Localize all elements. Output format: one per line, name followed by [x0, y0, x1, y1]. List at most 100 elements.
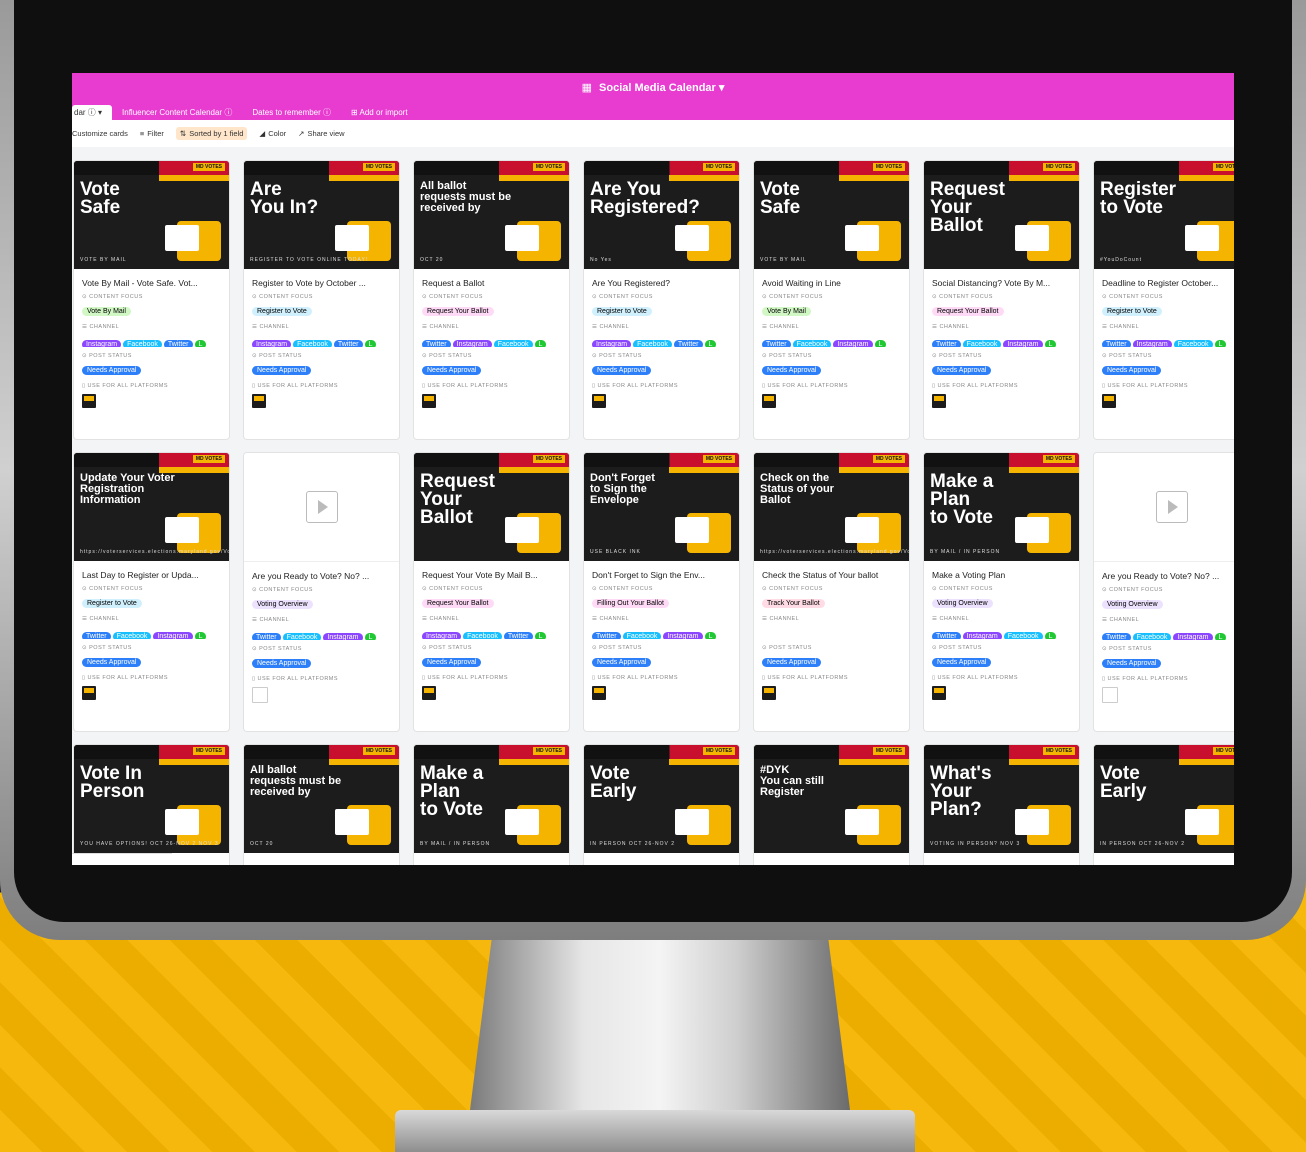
card-thumbnail[interactable]: MD VOTES Vote In Person YOU HAVE OPTIONS! … — [74, 745, 229, 853]
card-thumbnail[interactable]: MD VOTES All ballot requests must be rece… — [244, 745, 399, 853]
field-label-post-status: ⊙ POST STATUS — [422, 645, 472, 651]
gallery-card[interactable]: MD VOTES Don't Forget to Sign the Envelop… — [584, 453, 739, 731]
card-thumbnail[interactable]: MD VOTES Make a Plan to Vote BY MAIL / IN … — [414, 745, 569, 853]
channel-pill: Twitter — [422, 340, 451, 347]
gallery-card[interactable]: MD VOTES All ballot requests must be rece… — [414, 161, 569, 439]
thumbnail-subtext: OCT 20 — [250, 841, 274, 847]
content-focus-pill: Voting Overview — [1102, 600, 1163, 609]
card-thumbnail[interactable]: MD VOTES #DYK You can still Register — [754, 745, 909, 853]
gallery-card[interactable]: MD VOTES Are You Registered? No Yes Are You… — [584, 161, 739, 439]
attachment-thumbnail[interactable] — [762, 686, 776, 700]
gallery-card[interactable]: MD VOTES Request Your Ballot Social Distan… — [924, 161, 1079, 439]
field-label-channel: ☰ CHANNEL — [1102, 324, 1140, 330]
color-button[interactable]: ◢ Color — [259, 129, 286, 138]
attachment-thumbnail[interactable] — [762, 394, 776, 408]
gallery-card[interactable]: MD VOTES Are You In? REGISTER TO VOTE ONLI… — [244, 161, 399, 439]
thumbnail-headline: #DYK You can still Register — [760, 764, 824, 798]
gallery-card[interactable]: MD VOTES Vote Safe VOTE BY MAIL Vote By Mai… — [74, 161, 229, 439]
card-thumbnail[interactable]: MD VOTES What's Your Plan? VOTING IN PERSO… — [924, 745, 1079, 853]
field-label-use-for-all: ▯ USE FOR ALL PLATFORMS — [422, 675, 509, 681]
attachment-thumbnail[interactable] — [1102, 394, 1116, 408]
card-thumbnail[interactable]: MD VOTES Vote Early IN PERSON OCT 26-NOV 2 — [1094, 745, 1234, 853]
card-thumbnail[interactable]: MD VOTES Request Your Ballot — [414, 453, 569, 561]
channel-pill: Twitter — [592, 632, 621, 639]
card-thumbnail[interactable] — [1094, 453, 1234, 562]
attachment-thumbnail[interactable] — [252, 394, 266, 408]
tab-influencer-content-calendar[interactable]: Influencer Content Calendar ⓘ — [112, 105, 242, 120]
channel-pill: Twitter — [252, 633, 281, 640]
base-title[interactable]: ▦ Social Media Calendar ▾ — [72, 81, 1234, 94]
gallery-card[interactable]: MD VOTES What's Your Plan? VOTING IN PERSO… — [924, 745, 1079, 865]
card-thumbnail[interactable]: MD VOTES Make a Plan to Vote BY MAIL / IN … — [924, 453, 1079, 561]
tab-dates-to-remember[interactable]: Dates to remember ⓘ — [242, 105, 341, 120]
attachment-thumbnail[interactable] — [82, 686, 96, 700]
card-thumbnail[interactable]: MD VOTES All ballot requests must be rece… — [414, 161, 569, 269]
card-thumbnail[interactable]: MD VOTES Don't Forget to Sign the Envelop… — [584, 453, 739, 561]
card-thumbnail[interactable]: MD VOTES Vote Safe VOTE BY MAIL — [74, 161, 229, 269]
field-label-content-focus: ⊙ CONTENT FOCUS — [82, 586, 143, 592]
post-status-pill: Needs Approval — [422, 658, 482, 667]
card-thumbnail[interactable]: MD VOTES Check on the Status of your Ball… — [754, 453, 909, 561]
field-label-use-for-all: ▯ USE FOR ALL PLATFORMS — [932, 675, 1019, 681]
md-votes-badge: MD VOTES — [192, 163, 225, 171]
gallery-card[interactable]: Are you Ready to Vote? No? ... ⊙ CONTENT … — [1094, 453, 1234, 731]
gallery-card[interactable]: MD VOTES Make a Plan to Vote BY MAIL / IN … — [924, 453, 1079, 731]
post-status-pill: Needs Approval — [82, 366, 142, 375]
card-thumbnail[interactable]: MD VOTES Are You Registered? No Yes — [584, 161, 739, 269]
field-label-post-status: ⊙ POST STATUS — [252, 646, 302, 652]
field-label-channel: ☰ CHANNEL — [422, 616, 460, 622]
channel-pill: Instagram — [153, 632, 193, 639]
content-focus-pill: Request Your Ballot — [422, 307, 494, 316]
table-tabs: dar ⓘ ▾ Influencer Content Calendar ⓘ Da… — [72, 105, 418, 120]
thumbnail-illustration-card — [845, 809, 879, 835]
field-label-channel: ☰ CHANNEL — [422, 324, 460, 330]
thumbnail-illustration-card — [505, 809, 539, 835]
gallery-card[interactable]: MD VOTES Vote Early IN PERSON OCT 26-NOV 2 — [584, 745, 739, 865]
attachment-thumbnail[interactable] — [932, 686, 946, 700]
gallery-card[interactable]: MD VOTES Update Your Voter Registration I… — [74, 453, 229, 731]
gallery-card[interactable]: MD VOTES Vote In Person YOU HAVE OPTIONS! … — [74, 745, 229, 865]
gallery-card[interactable]: MD VOTES Check on the Status of your Ball… — [754, 453, 909, 731]
gallery-card[interactable]: MD VOTES #DYK You can still Register — [754, 745, 909, 865]
thumbnail-headline: Update Your Voter Registration Informati… — [80, 472, 175, 506]
attachment-thumbnail[interactable] — [932, 394, 946, 408]
field-label-post-status: ⊙ POST STATUS — [592, 645, 642, 651]
add-or-import-button[interactable]: ⊞ Add or import — [341, 105, 418, 120]
attachment-thumbnail[interactable] — [592, 394, 606, 408]
content-focus-pill: Register to Vote — [252, 307, 312, 316]
channel-pill: Twitter — [762, 340, 791, 347]
md-votes-badge: MD VOTES — [1212, 747, 1234, 755]
gallery-card[interactable]: MD VOTES Make a Plan to Vote BY MAIL / IN … — [414, 745, 569, 865]
card-thumbnail[interactable]: MD VOTES Register to Vote #YouDoCount — [1094, 161, 1234, 269]
gallery-card[interactable]: Are you Ready to Vote? No? ... ⊙ CONTENT … — [244, 453, 399, 731]
card-thumbnail[interactable]: MD VOTES Vote Safe VOTE BY MAIL — [754, 161, 909, 269]
filter-button[interactable]: ≡ Filter — [140, 129, 164, 138]
gallery-card[interactable]: MD VOTES All ballot requests must be rece… — [244, 745, 399, 865]
customize-cards-button[interactable]: Customize cards — [72, 129, 128, 138]
card-title: Deadline to Register October... — [1102, 278, 1219, 288]
thumbnail-illustration-card — [675, 517, 709, 543]
sort-button[interactable]: ⇅ Sorted by 1 field — [175, 126, 248, 140]
channel-pill: Facebook — [293, 340, 332, 347]
gallery-card[interactable]: MD VOTES Request Your Ballot Request Your … — [414, 453, 569, 731]
thumbnail-headline: Register to Vote — [1100, 179, 1177, 218]
gallery-card[interactable]: MD VOTES Register to Vote #YouDoCount Deadl… — [1094, 161, 1234, 439]
gallery-card[interactable]: MD VOTES Vote Safe VOTE BY MAIL Avoid Waiti… — [754, 161, 909, 439]
share-view-button[interactable]: ↗ Share view — [298, 129, 344, 138]
attachment-thumbnail[interactable] — [82, 394, 96, 408]
card-thumbnail[interactable]: MD VOTES Are You In? REGISTER TO VOTE ONLI… — [244, 161, 399, 269]
card-thumbnail[interactable]: MD VOTES Request Your Ballot — [924, 161, 1079, 269]
md-votes-badge: MD VOTES — [1042, 163, 1075, 171]
attachment-thumbnail[interactable] — [422, 394, 436, 408]
gallery-card[interactable]: MD VOTES Vote Early IN PERSON OCT 26-NOV 2 — [1094, 745, 1234, 865]
card-thumbnail[interactable]: MD VOTES Update Your Voter Registration I… — [74, 453, 229, 561]
card-thumbnail[interactable]: MD VOTES Vote Early IN PERSON OCT 26-NOV 2 — [584, 745, 739, 853]
tab-calendar[interactable]: dar ⓘ ▾ — [72, 105, 113, 120]
md-votes-badge: MD VOTES — [872, 163, 905, 171]
attachment-thumbnail[interactable] — [592, 686, 606, 700]
card-thumbnail[interactable] — [244, 453, 399, 562]
post-status-pill: Needs Approval — [762, 658, 822, 667]
attachment-thumbnail[interactable] — [1102, 687, 1118, 703]
attachment-thumbnail[interactable] — [252, 687, 268, 703]
attachment-thumbnail[interactable] — [422, 686, 436, 700]
